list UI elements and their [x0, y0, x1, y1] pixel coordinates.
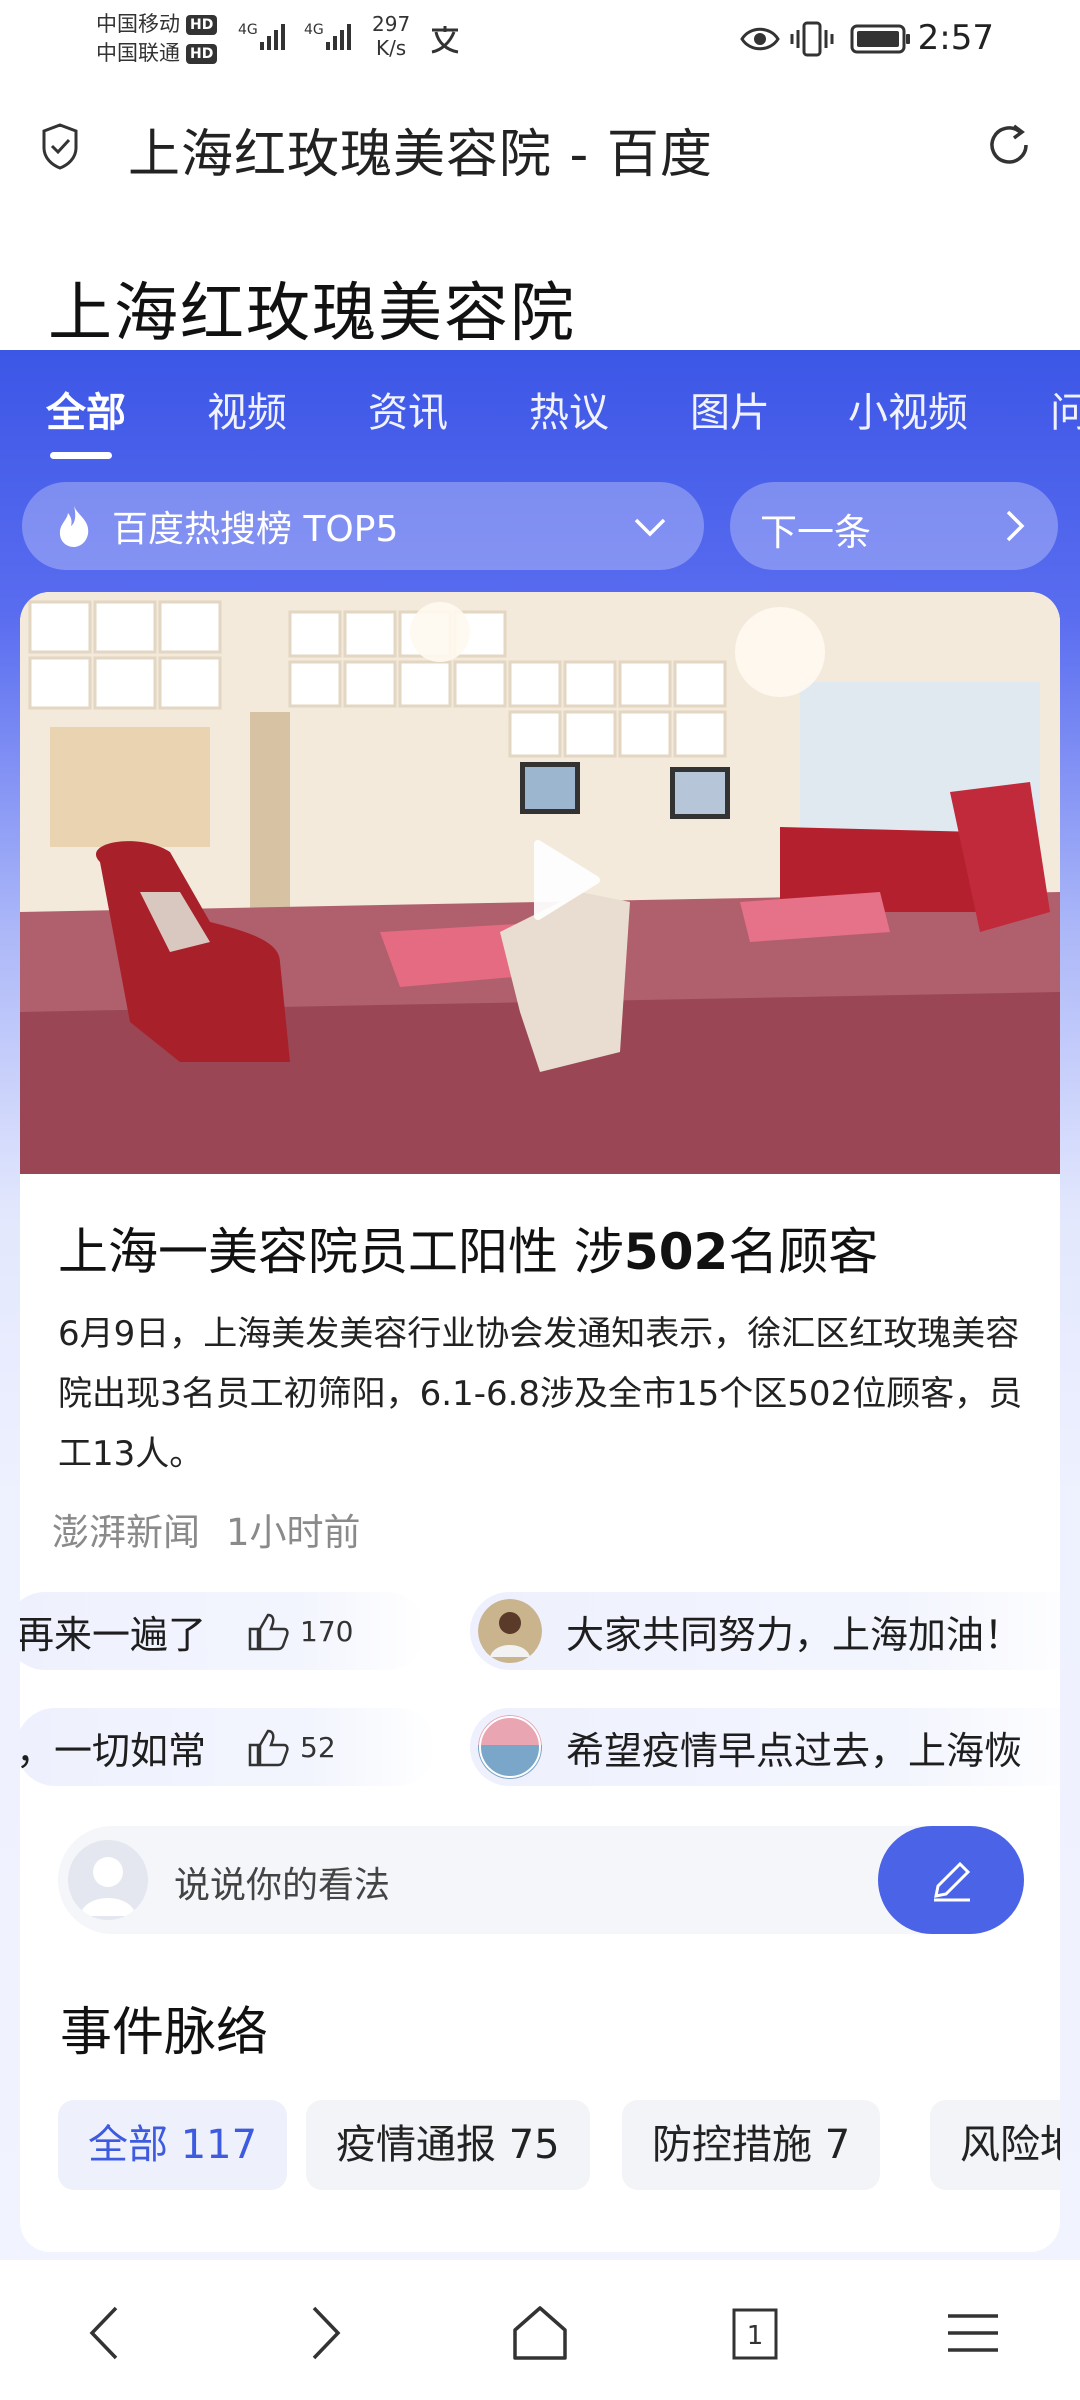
carrier-2: 中国联通: [96, 41, 180, 65]
comment-row-1: 再来一遍了 170 大家共同努力，上海加油！: [20, 1592, 1060, 1670]
like-count: 52: [300, 1730, 336, 1764]
thumbs-up-icon[interactable]: [246, 1611, 290, 1651]
eye-icon: [740, 27, 780, 51]
user-avatar: [478, 1599, 542, 1663]
comment-bubble[interactable]: 大家共同努力，上海加油！: [470, 1592, 1060, 1670]
carrier-1: 中国移动: [96, 12, 180, 36]
bottom-navigation: 1: [0, 2262, 1080, 2400]
next-item-button[interactable]: 下一条: [730, 482, 1058, 570]
home-icon[interactable]: [505, 2298, 575, 2368]
page-title: 上海红玫瑰美容院 - 百度: [128, 125, 713, 185]
tab-discussion[interactable]: 热议: [529, 380, 609, 438]
news-time: 1小时前: [226, 1511, 361, 1554]
net-speed-value: 297: [372, 12, 411, 36]
news-meta: 澎湃新闻 1小时前: [52, 1502, 361, 1556]
news-headline[interactable]: 上海一美容院员工阳性 涉502名顾客: [58, 1212, 878, 1284]
my-avatar: [68, 1840, 148, 1920]
pen-icon: [934, 1861, 971, 1902]
comment-text: 大家共同努力，上海加油！: [566, 1612, 1023, 1657]
tab-news[interactable]: 资讯: [368, 380, 448, 438]
chip-prevention-measures[interactable]: 防控措施 7: [622, 2100, 881, 2190]
svg-text:1: 1: [747, 2321, 764, 2351]
tabs-count-icon[interactable]: 1: [720, 2298, 790, 2368]
back-icon[interactable]: [72, 2298, 142, 2368]
hot-search-dropdown[interactable]: 百度热搜榜 TOP5: [22, 482, 704, 570]
timeline-title: 事件脉络: [60, 2003, 269, 2063]
hd-badge-1: HD: [186, 14, 218, 35]
hot-search-label: 百度热搜榜 TOP5: [112, 509, 399, 550]
signal-1-label: 4G: [238, 22, 258, 38]
headline-prefix: 上海一美容院员工阳性 涉: [58, 1223, 624, 1281]
chevron-down-icon: [634, 518, 666, 537]
chip-all[interactable]: 全部 117: [58, 2100, 288, 2190]
flame-icon: [59, 506, 89, 547]
comment-bubble[interactable]: ，一切如常 52: [20, 1708, 436, 1786]
chip-risk-areas[interactable]: 风险地: [930, 2100, 1060, 2190]
news-source[interactable]: 澎湃新闻: [52, 1511, 200, 1554]
chevron-right-icon: [1006, 510, 1025, 542]
battery-icon: [850, 24, 910, 54]
video-thumbnail[interactable]: [20, 592, 1060, 1174]
net-speed: 297 K/s: [372, 12, 410, 60]
news-summary: 6月9日，上海美发美容行业协会发通知表示，徐汇区红玫瑰美容院出现3名员工初筛阳，…: [58, 1314, 1023, 1474]
comment-row-2: ，一切如常 52 希望疫情早点过去，上海恢: [20, 1708, 1060, 1786]
write-comment-button[interactable]: [878, 1826, 1024, 1934]
signal-1-icon: 4G: [238, 22, 285, 50]
result-panel: 全部 视频 资讯 热议 图片 小视频 问 百度热搜榜 TOP5 下一条 上海一美…: [0, 350, 1080, 2260]
carrier-info: 中国移动 HD 中国联通 HD: [96, 10, 218, 68]
signal-2-icon: 4G: [304, 22, 351, 50]
hd-badge-2: HD: [186, 43, 218, 64]
comment-bubble[interactable]: 希望疫情早点过去，上海恢: [470, 1708, 1060, 1786]
next-item-label: 下一条: [760, 511, 871, 554]
refresh-icon[interactable]: [984, 120, 1034, 170]
headline-number: 502: [623, 1223, 729, 1281]
forward-icon[interactable]: [288, 2298, 358, 2368]
tab-short-video[interactable]: 小视频: [848, 380, 968, 438]
signal-2-label: 4G: [304, 22, 324, 38]
status-bar: 中国移动 HD 中国联通 HD 4G 4G 297 K/s 2:57: [0, 0, 1080, 78]
tab-video[interactable]: 视频: [207, 380, 287, 438]
net-speed-unit: K/s: [375, 36, 407, 60]
result-tabs: 全部 视频 资讯 热议 图片 小视频 问: [0, 380, 1080, 460]
play-icon[interactable]: [510, 830, 610, 930]
translate-icon: [431, 26, 459, 54]
timeline-chips: 全部 117 疫情通报 75 防控措施 7 风险地: [58, 2100, 1060, 2192]
search-query: 上海红玫瑰美容院: [48, 277, 576, 351]
comment-text: 希望疫情早点过去，上海恢: [566, 1728, 1023, 1773]
chip-epidemic-report[interactable]: 疫情通报 75: [306, 2100, 590, 2190]
tab-images[interactable]: 图片: [690, 380, 770, 438]
tab-all[interactable]: 全部: [46, 380, 126, 438]
menu-icon[interactable]: [938, 2298, 1008, 2368]
shield-check-icon[interactable]: [40, 122, 80, 170]
user-avatar: [478, 1715, 542, 1779]
comment-text: 再来一遍了: [20, 1612, 207, 1657]
news-card[interactable]: 上海一美容院员工阳性 涉502名顾客 6月9日，上海美发美容行业协会发通知表示，…: [20, 592, 1060, 2252]
tab-qa[interactable]: 问: [1050, 380, 1080, 438]
active-tab-indicator: [50, 452, 112, 459]
thumbs-up-icon[interactable]: [246, 1727, 290, 1767]
like-count: 170: [300, 1614, 354, 1648]
comment-placeholder: 说说你的看法: [174, 1865, 391, 1906]
comment-input[interactable]: 说说你的看法: [58, 1826, 1024, 1934]
headline-suffix: 名顾客: [728, 1223, 879, 1281]
browser-title-bar: 上海红玫瑰美容院 - 百度: [0, 78, 1080, 218]
clock: 2:57: [917, 18, 994, 58]
comment-text: ，一切如常: [20, 1728, 207, 1773]
comment-bubble[interactable]: 再来一遍了 170: [20, 1592, 426, 1670]
vibrate-icon: [790, 21, 834, 57]
